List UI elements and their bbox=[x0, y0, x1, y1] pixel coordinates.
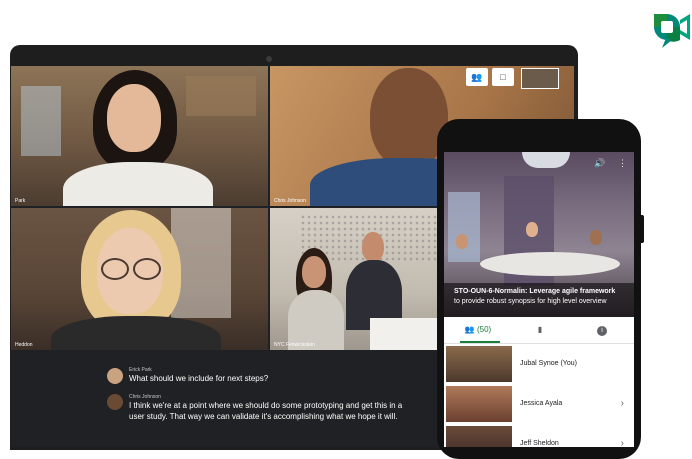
participant-row[interactable]: Jeff Sheldon › bbox=[444, 424, 634, 447]
info-icon: i bbox=[597, 326, 607, 336]
torso bbox=[288, 290, 344, 350]
chevron-right-icon[interactable]: › bbox=[621, 424, 624, 447]
phone-meeting-video[interactable]: 🔊 ⋮ STO-OUN-6-Normalin: Leverage agile f… bbox=[444, 152, 634, 317]
chat-icon[interactable]: □ bbox=[492, 68, 514, 86]
chat-icon: ▮ bbox=[537, 325, 543, 334]
laptop-camera bbox=[266, 56, 272, 62]
caption-speaker: Chris Johnson bbox=[129, 394, 161, 400]
chevron-right-icon[interactable]: › bbox=[621, 384, 624, 424]
participant-label: Jeff Sheldon bbox=[520, 440, 559, 447]
participant-tile[interactable]: Park bbox=[11, 66, 268, 206]
participant-row[interactable]: Jubal Synoe (You) bbox=[444, 344, 634, 384]
window-background bbox=[448, 192, 480, 262]
tab-chat[interactable]: ▮ bbox=[510, 317, 570, 343]
tab-people[interactable]: 👥 (50) bbox=[448, 317, 508, 343]
participant-thumbnail bbox=[446, 386, 512, 422]
participant-name: Park bbox=[15, 198, 26, 204]
phone-screen: 🔊 ⋮ STO-OUN-6-Normalin: Leverage agile f… bbox=[444, 152, 634, 447]
participant-name: Chris Johnson bbox=[274, 198, 306, 204]
participant-thumbnail bbox=[446, 346, 512, 382]
phone-tab-bar: 👥 (50) ▮ i bbox=[444, 317, 634, 344]
google-meet-logo bbox=[652, 8, 692, 50]
face bbox=[107, 84, 161, 152]
phone-button bbox=[641, 215, 644, 243]
people-count: (50) bbox=[476, 325, 492, 334]
torso bbox=[63, 162, 213, 206]
self-view-thumbnail[interactable] bbox=[521, 68, 559, 89]
meeting-title-line: STO-OUN-6-Normalin: Leverage agile frame… bbox=[454, 288, 616, 295]
caption-text: I think we're at a point where we should… bbox=[129, 401, 403, 410]
caption-text: What should we include for next steps? bbox=[129, 374, 269, 383]
face bbox=[526, 222, 538, 237]
participant-tile[interactable]: Heddon bbox=[11, 208, 268, 350]
torso bbox=[51, 316, 221, 350]
participant-name: NYC Fenwickstein bbox=[274, 342, 315, 348]
participant-label: Jubal Synoe (You) bbox=[520, 360, 577, 367]
participant-label: Jessica Ayala bbox=[520, 400, 563, 407]
caption-text: user study. That way we can validate it'… bbox=[129, 412, 398, 421]
people-icon: 👥 bbox=[464, 325, 475, 334]
active-tab-indicator bbox=[460, 341, 500, 343]
participant-thumbnail bbox=[446, 426, 512, 447]
avatar bbox=[107, 394, 123, 410]
meeting-title: STO-OUN-6-Normalin: Leverage agile frame… bbox=[444, 283, 634, 317]
conference-table bbox=[480, 252, 620, 276]
shelf-background bbox=[186, 76, 256, 116]
glasses bbox=[133, 258, 161, 280]
tab-info[interactable]: i bbox=[572, 317, 632, 343]
glasses bbox=[101, 258, 129, 280]
face bbox=[362, 232, 384, 262]
caption-speaker: Erick Park bbox=[129, 367, 152, 373]
ceiling-light bbox=[522, 152, 570, 168]
avatar bbox=[107, 368, 123, 384]
meeting-title-line: to provide robust synopsis for high leve… bbox=[454, 298, 607, 305]
more-options-icon[interactable]: ⋮ bbox=[618, 158, 627, 169]
speaker-icon[interactable]: 🔊 bbox=[594, 158, 605, 169]
face bbox=[456, 234, 468, 249]
face bbox=[302, 256, 326, 288]
window-background bbox=[21, 86, 61, 156]
face bbox=[590, 230, 602, 245]
people-icon[interactable]: 👥 bbox=[466, 68, 488, 86]
participant-row[interactable]: Jessica Ayala › bbox=[444, 384, 634, 424]
participant-name: Heddon bbox=[15, 342, 33, 348]
